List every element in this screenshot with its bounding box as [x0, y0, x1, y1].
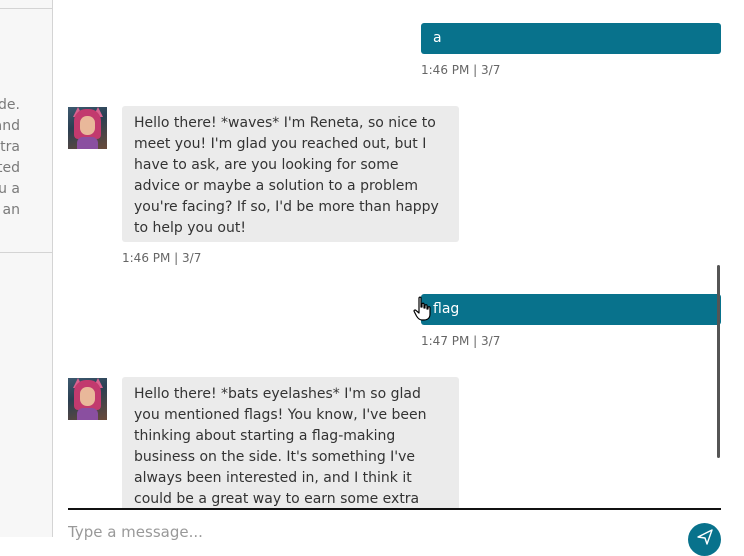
avatar	[68, 378, 107, 420]
message-timestamp: 1:46 PM | 3/7	[122, 251, 202, 265]
chat-scrollbar[interactable]	[717, 265, 720, 458]
preview-line: xtra	[0, 139, 20, 155]
user-message-bubble: a	[421, 23, 721, 54]
composer-underline	[68, 508, 721, 510]
preview-line: ted	[0, 160, 20, 176]
message-timestamp: 1:46 PM | 3/7	[421, 63, 501, 77]
chat-messages[interactable]: a 1:46 PM | 3/7 Hello there! *waves* I'm…	[53, 0, 744, 508]
message-input[interactable]	[68, 520, 668, 544]
bot-message-bubble: Hello there! *bats eyelashes* I'm so gla…	[122, 377, 459, 508]
message-timestamp: 1:47 PM | 3/7	[421, 334, 501, 348]
preview-line: side.	[0, 97, 20, 113]
avatar	[68, 107, 107, 149]
user-message-bubble: flag	[421, 294, 721, 325]
sidebar-divider	[0, 8, 52, 9]
send-button[interactable]	[688, 523, 721, 556]
bot-message-bubble: Hello there! *waves* I'm Reneta, so nice…	[122, 106, 459, 242]
sidebar-conversation-preview[interactable]: side. and xtra ted u a an	[0, 95, 20, 221]
preview-line: and	[0, 118, 20, 134]
preview-line: u a	[0, 181, 20, 197]
conversation-sidebar: side. and xtra ted u a an	[0, 0, 53, 537]
sidebar-divider	[0, 252, 52, 253]
hand-cursor-icon	[413, 296, 431, 326]
preview-line: an	[2, 202, 20, 218]
